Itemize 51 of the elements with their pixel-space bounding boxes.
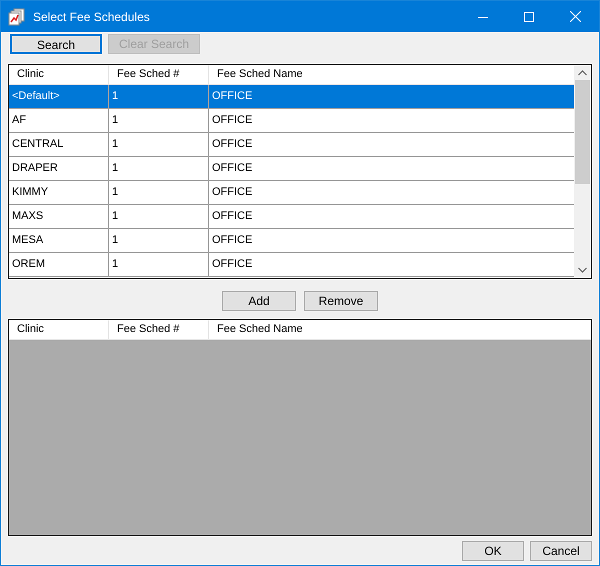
window-title: Select Fee Schedules <box>33 8 150 26</box>
table-row[interactable]: MESA 1 OFFICE <box>9 229 574 253</box>
table-cell-text: OFFICE <box>212 185 252 200</box>
column-header[interactable]: Fee Sched Name <box>209 65 574 84</box>
search-button[interactable]: Search <box>10 34 102 54</box>
table-row[interactable]: OREM 1 OFFICE <box>9 253 574 277</box>
ok-button[interactable]: OK <box>462 541 524 561</box>
table-cell-text: 1 <box>112 137 118 152</box>
table-cell-text: 1 <box>112 257 118 272</box>
scroll-down-icon[interactable] <box>578 267 587 273</box>
table-row[interactable]: CENTRAL 1 OFFICE <box>9 133 574 157</box>
column-header[interactable]: Clinic <box>9 65 109 84</box>
table-cell-text: OFFICE <box>212 137 252 152</box>
column-header[interactable]: Fee Sched Name <box>209 320 591 339</box>
table-cell-text: OFFICE <box>212 233 252 248</box>
table-cell-text: OFFICE <box>212 161 252 176</box>
column-header[interactable]: Fee Sched # <box>109 320 209 339</box>
table-cell-text: OREM <box>12 257 45 272</box>
table-cell-text: <Default> <box>12 89 60 104</box>
table-cell-text: AF <box>12 113 26 128</box>
close-icon[interactable] <box>570 11 581 22</box>
table-cell-text: MESA <box>12 233 44 248</box>
table-cell-text: 1 <box>112 185 118 200</box>
table-cell-text: 1 <box>112 113 118 128</box>
table-cell-text: KIMMY <box>12 185 48 200</box>
remove-button[interactable]: Remove <box>304 291 378 311</box>
scroll-up-icon[interactable] <box>578 70 587 76</box>
table-row[interactable]: AF 1 OFFICE <box>9 109 574 133</box>
table-cell-text: MAXS <box>12 209 44 224</box>
scrollbar-thumb[interactable] <box>575 80 590 184</box>
column-header[interactable]: Fee Sched # <box>109 65 209 84</box>
documents-icon <box>8 8 26 26</box>
table-cell-text: 1 <box>112 89 118 104</box>
table-row[interactable]: KIMMY 1 OFFICE <box>9 181 574 205</box>
maximize-icon[interactable] <box>524 12 534 22</box>
table-cell-text: OFFICE <box>212 257 252 272</box>
table-cell-text: OFFICE <box>212 113 252 128</box>
table-cell-text: 1 <box>112 161 118 176</box>
add-button[interactable]: Add <box>222 291 296 311</box>
table-cell-text: 1 <box>112 233 118 248</box>
table-row[interactable]: DRAPER 1 OFFICE <box>9 157 574 181</box>
table-cell-text: CENTRAL <box>12 137 64 152</box>
table-row[interactable]: MAXS 1 OFFICE <box>9 205 574 229</box>
cancel-button[interactable]: Cancel <box>530 541 592 561</box>
column-header[interactable]: Clinic <box>9 320 109 339</box>
scrollbar[interactable] <box>574 65 591 278</box>
table-cell-text: DRAPER <box>12 161 58 176</box>
table-cell-text: OFFICE <box>212 209 252 224</box>
table-cell-text: OFFICE <box>212 89 252 104</box>
table-cell-text: 1 <box>112 209 118 224</box>
table-row[interactable]: <Default> 1 OFFICE <box>9 85 574 109</box>
